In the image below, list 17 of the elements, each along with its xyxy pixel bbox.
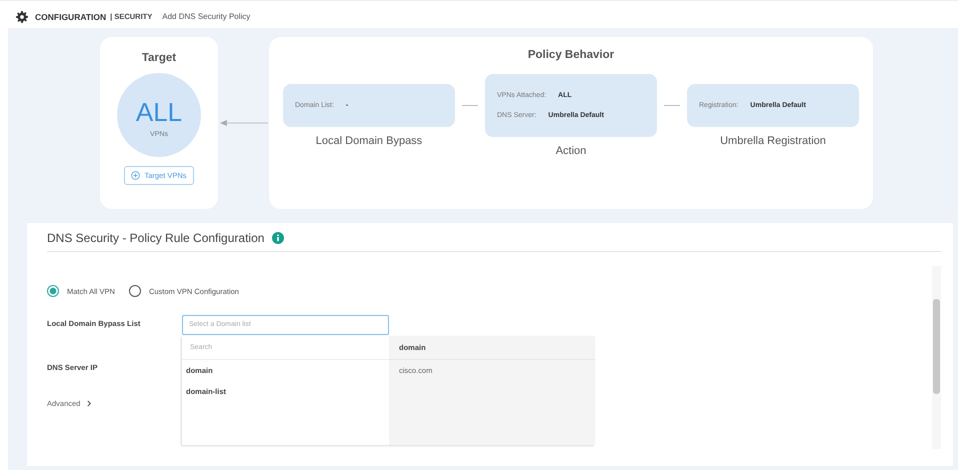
step-title: Action (556, 145, 586, 157)
plus-circle-icon (131, 171, 140, 180)
step-title: Local Domain Bypass (316, 135, 422, 147)
card-title: Target (142, 52, 176, 64)
connector-arrow (220, 120, 268, 126)
settings-icon (16, 10, 28, 22)
page-title: Add DNS Security Policy (162, 12, 250, 21)
scrollbar[interactable] (932, 266, 941, 449)
section-title: CONFIGURATION (35, 12, 106, 22)
step-title: Umbrella Registration (720, 135, 826, 147)
target-value: ALL (136, 98, 182, 124)
info-icon (272, 232, 284, 244)
card-title: Policy Behavior (528, 49, 614, 61)
chevron-right-icon (87, 400, 92, 406)
radio-button[interactable] (47, 285, 59, 297)
radio-button[interactable] (128, 285, 141, 297)
panel-title: DNS Security - Policy Rule Configuration (47, 231, 264, 245)
